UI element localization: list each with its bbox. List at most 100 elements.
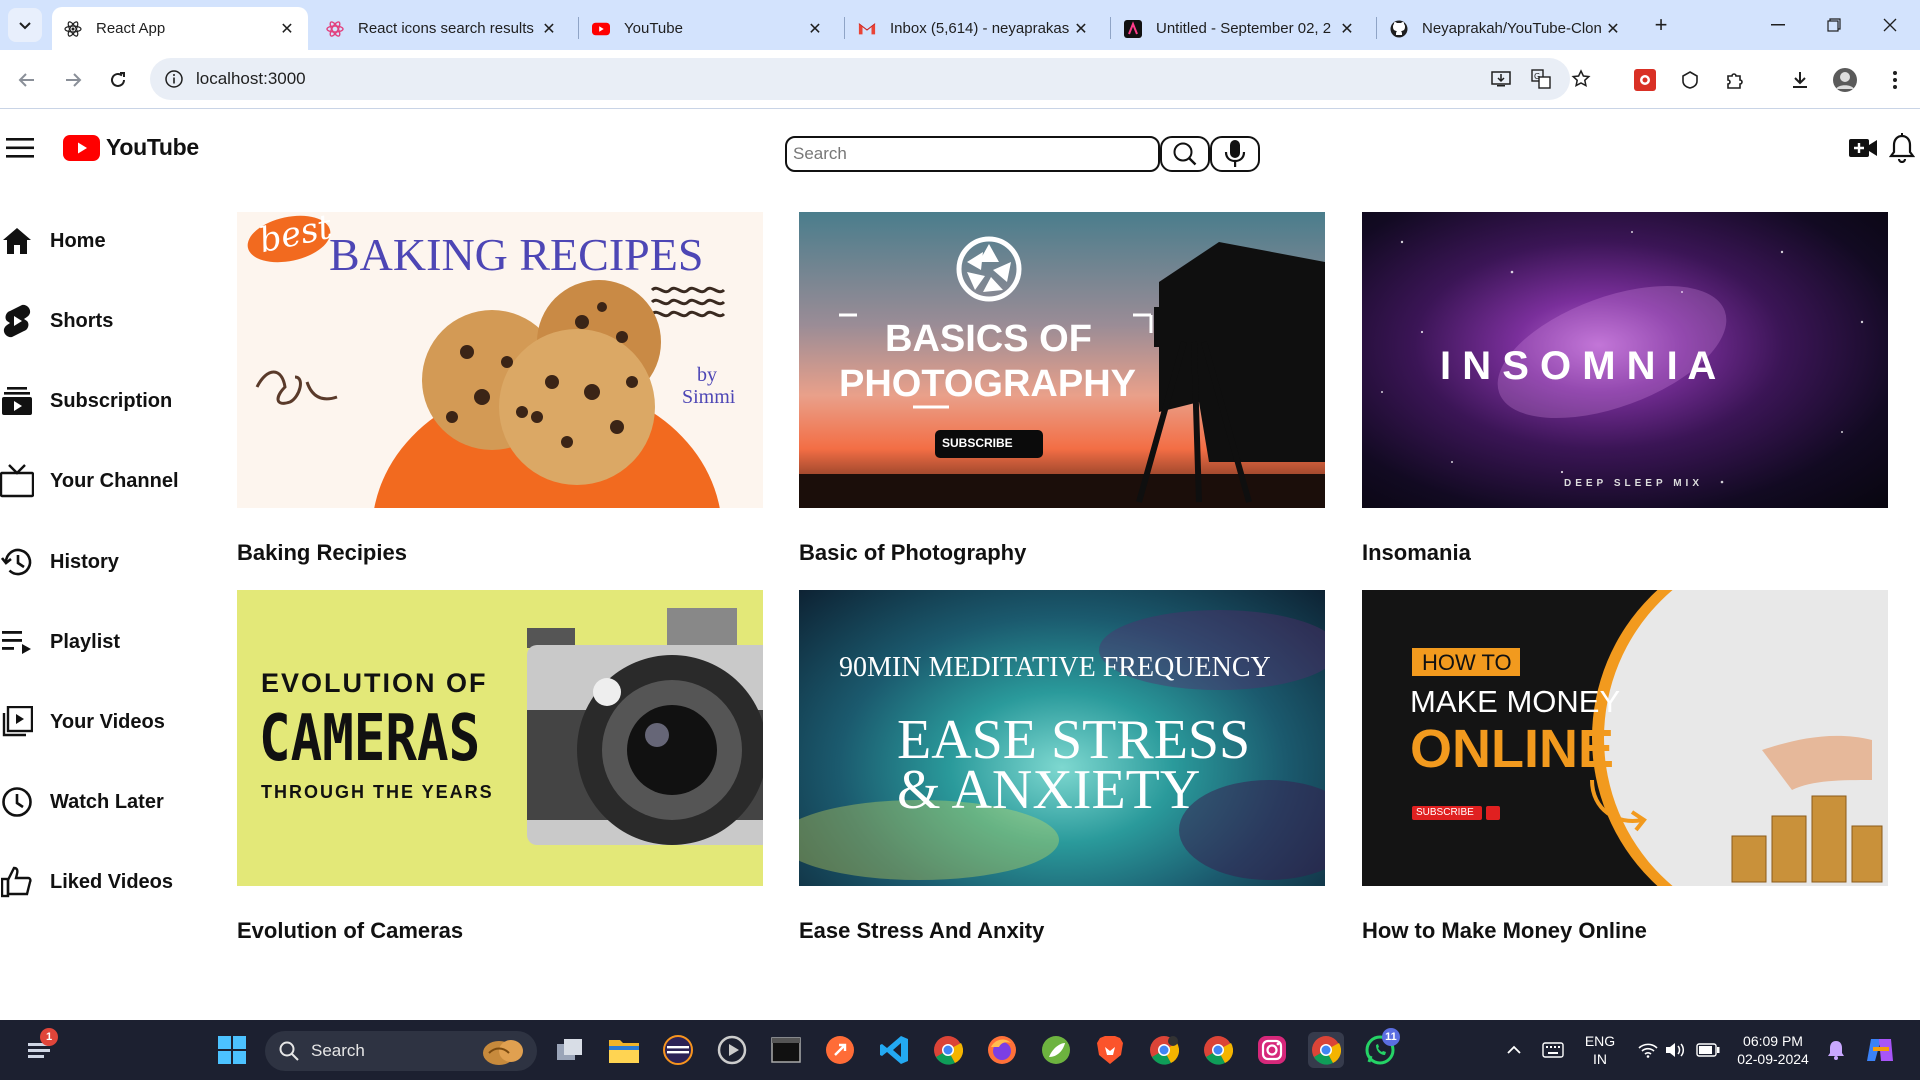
tab-search-button[interactable] — [8, 8, 42, 42]
extension-red-icon[interactable] — [1630, 65, 1660, 95]
battery-icon[interactable] — [1690, 1032, 1726, 1068]
instagram-icon[interactable] — [1254, 1032, 1290, 1068]
postman-icon[interactable] — [822, 1032, 858, 1068]
volume-icon[interactable] — [1657, 1032, 1693, 1068]
restore-window-icon[interactable] — [1806, 0, 1862, 50]
chrome-active-icon[interactable] — [1308, 1032, 1344, 1068]
firefox-icon[interactable] — [984, 1032, 1020, 1068]
whatsapp-icon[interactable]: 11 — [1362, 1028, 1400, 1068]
translate-icon[interactable]: G — [1530, 68, 1552, 90]
video-card[interactable]: HOW TO MAKE MONEY ONLINE SUBSCRIBE How t… — [1362, 590, 1888, 943]
extensions-puzzle-icon[interactable] — [1720, 65, 1750, 95]
keyboard-icon[interactable] — [1535, 1032, 1571, 1068]
task-view-icon[interactable] — [552, 1032, 588, 1068]
eclipse-ide-icon[interactable] — [660, 1032, 696, 1068]
video-card[interactable]: I N S O M N I A DEEP SLEEP MIX Insomania — [1362, 212, 1888, 565]
react-icon — [64, 20, 82, 38]
sidebar-item-your-videos[interactable]: Your Videos — [0, 700, 200, 744]
search-button[interactable] — [1160, 136, 1210, 172]
thumb-sub-text: 90MIN MEDITATIVE FREQUENCY — [839, 652, 1271, 683]
video-title[interactable]: How to Make Money Online — [1362, 918, 1647, 944]
video-thumbnail[interactable]: I N S O M N I A DEEP SLEEP MIX — [1362, 212, 1888, 508]
close-tab-icon[interactable]: ✕ — [278, 20, 296, 38]
video-thumbnail[interactable]: HOW TO MAKE MONEY ONLINE SUBSCRIBE — [1362, 590, 1888, 886]
video-card[interactable]: best BAKING RECIPES by Simmi Baking Reci… — [237, 212, 763, 565]
tab-separator — [844, 17, 845, 39]
reload-icon[interactable] — [103, 65, 133, 95]
extension-shield-icon[interactable] — [1675, 65, 1705, 95]
site-info-icon[interactable] — [164, 69, 184, 89]
close-tab-icon[interactable]: ✕ — [540, 20, 558, 38]
video-card[interactable]: 90MIN MEDITATIVE FREQUENCY EASE STRESS &… — [799, 590, 1325, 943]
profile-avatar[interactable] — [1830, 65, 1860, 95]
notification-center-icon[interactable]: 1 — [22, 1028, 58, 1068]
sidebar-item-home[interactable]: Home — [0, 219, 200, 263]
downloads-icon[interactable] — [1785, 65, 1815, 95]
video-title[interactable]: Ease Stress And Anxity — [799, 918, 1044, 944]
chrome-icon[interactable] — [930, 1032, 966, 1068]
video-thumbnail[interactable]: EVOLUTION OF CAMERAS THROUGH THE YEARS — [237, 590, 763, 886]
taskbar-search[interactable]: Search — [265, 1031, 537, 1071]
copilot-icon[interactable] — [1862, 1032, 1898, 1068]
close-tab-icon[interactable]: ✕ — [806, 20, 824, 38]
voice-search-button[interactable] — [1210, 136, 1260, 172]
video-thumbnail[interactable]: 90MIN MEDITATIVE FREQUENCY EASE STRESS &… — [799, 590, 1325, 886]
thumb-heading-text: BASICS OF — [885, 318, 1092, 360]
terminal-icon[interactable] — [768, 1032, 804, 1068]
input-language[interactable]: ENG IN — [1578, 1032, 1622, 1068]
show-hidden-icons-chevron-icon[interactable] — [1496, 1032, 1532, 1068]
vscode-icon[interactable] — [876, 1032, 912, 1068]
video-thumbnail[interactable]: best BAKING RECIPES by Simmi — [237, 212, 763, 508]
video-title[interactable]: Basic of Photography — [799, 540, 1026, 566]
new-tab-plus-icon[interactable]: + — [1648, 12, 1674, 38]
chrome-alt-icon[interactable] — [1200, 1032, 1236, 1068]
youtube-logo[interactable]: YouTube — [63, 134, 199, 161]
hamburger-menu-icon[interactable] — [6, 138, 34, 158]
tab-gmail[interactable]: Inbox (5,614) - neyaprakas ✕ — [846, 7, 1102, 50]
search-field[interactable] — [785, 136, 1160, 172]
install-app-icon[interactable] — [1490, 68, 1512, 90]
browser-menu-icon[interactable] — [1880, 65, 1910, 95]
create-video-icon[interactable] — [1847, 132, 1879, 164]
system-clock[interactable]: 06:09 PM 02-09-2024 — [1728, 1032, 1818, 1068]
sidebar-item-history[interactable]: History — [0, 540, 200, 584]
address-bar[interactable]: localhost:3000 G — [150, 58, 1591, 100]
video-title[interactable]: Insomania — [1362, 540, 1471, 566]
tab-canva[interactable]: Untitled - September 02, 2 ✕ — [1112, 7, 1368, 50]
brave-icon[interactable] — [1092, 1032, 1128, 1068]
video-title[interactable]: Baking Recipies — [237, 540, 407, 566]
notification-bell-icon[interactable] — [1818, 1032, 1854, 1068]
forward-arrow-icon[interactable] — [58, 65, 88, 95]
chrome-profile-icon[interactable] — [1146, 1032, 1182, 1068]
video-card[interactable]: EVOLUTION OF CAMERAS THROUGH THE YEARS E… — [237, 590, 763, 943]
sidebar-item-subscription[interactable]: Subscription — [0, 379, 200, 423]
tab-react-icons[interactable]: React icons search results ✕ — [314, 7, 570, 50]
tab-github[interactable]: Neyaprakah/YouTube-Clon ✕ — [1378, 7, 1634, 50]
search-highlight-icon — [483, 1040, 523, 1065]
thumb-sub-text: DEEP SLEEP MIX — [1564, 478, 1703, 489]
sidebar-item-playlist[interactable]: Playlist — [0, 620, 200, 664]
search-input[interactable] — [787, 138, 1158, 170]
notifications-bell-icon[interactable] — [1886, 132, 1918, 164]
video-title[interactable]: Evolution of Cameras — [237, 918, 463, 944]
sidebar-item-your-channel[interactable]: Your Channel — [0, 459, 200, 503]
url-text[interactable]: localhost:3000 — [196, 69, 306, 89]
spring-icon[interactable] — [1038, 1032, 1074, 1068]
video-card[interactable]: BASICS OF PHOTOGRAPHY SUBSCRIBE Basic of… — [799, 212, 1325, 565]
tab-youtube[interactable]: YouTube ✕ — [580, 7, 836, 50]
close-tab-icon[interactable]: ✕ — [1604, 20, 1622, 38]
media-player-icon[interactable] — [714, 1032, 750, 1068]
close-window-icon[interactable] — [1862, 0, 1918, 50]
windows-start-icon[interactable] — [214, 1032, 250, 1068]
sidebar-item-shorts[interactable]: Shorts — [0, 299, 200, 343]
sidebar-item-liked-videos[interactable]: Liked Videos — [0, 860, 200, 904]
back-arrow-icon[interactable] — [12, 65, 42, 95]
video-thumbnail[interactable]: BASICS OF PHOTOGRAPHY SUBSCRIBE — [799, 212, 1325, 508]
tab-react-app[interactable]: React App ✕ — [52, 7, 308, 50]
close-tab-icon[interactable]: ✕ — [1338, 20, 1356, 38]
file-explorer-icon[interactable] — [606, 1032, 642, 1068]
sidebar-item-watch-later[interactable]: Watch Later — [0, 780, 200, 824]
close-tab-icon[interactable]: ✕ — [1072, 20, 1090, 38]
minimize-window-icon[interactable] — [1750, 0, 1806, 50]
bookmark-star-icon[interactable] — [1570, 68, 1592, 90]
